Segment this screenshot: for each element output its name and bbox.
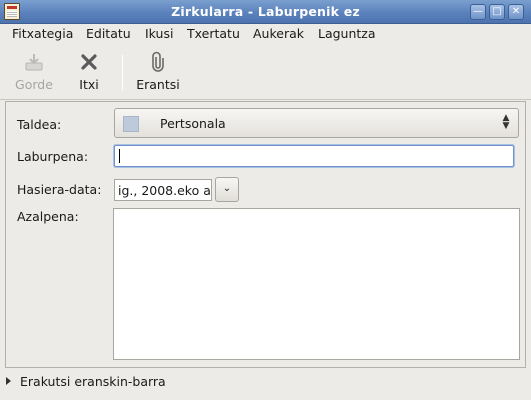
- description-textarea[interactable]: [113, 208, 520, 360]
- menu-help[interactable]: Laguntza: [318, 26, 376, 41]
- attach-label: Erantsi: [136, 77, 180, 92]
- close-button[interactable]: Itxi: [66, 49, 112, 97]
- group-combobox[interactable]: Pertsonala ▲ ▼: [114, 108, 519, 138]
- chevron-down-icon: ⌄: [222, 183, 232, 194]
- group-value: Pertsonala: [160, 116, 226, 131]
- title-bar: Zirkularra - Laburpenik ez — □ ✕: [0, 0, 531, 24]
- expander-arrow-icon: [6, 377, 11, 385]
- summary-label: Laburpena:: [17, 149, 89, 164]
- close-label: Itxi: [79, 77, 99, 92]
- event-form-panel: Taldea: Pertsonala ▲ ▼ Laburpena: Hasiera…: [5, 101, 526, 368]
- paperclip-icon: [152, 51, 164, 72]
- toolbar-separator: [122, 55, 123, 91]
- maximize-button[interactable]: □: [489, 4, 505, 20]
- toolbar: Gorde Itxi Erantsi: [0, 45, 531, 100]
- window-title: Zirkularra - Laburpenik ez: [171, 4, 360, 19]
- start-date-label: Hasiera-data:: [17, 182, 102, 197]
- minimize-button[interactable]: —: [470, 4, 486, 20]
- date-picker-button[interactable]: ⌄: [215, 177, 239, 202]
- attach-button[interactable]: Erantsi: [130, 49, 186, 97]
- start-date-value: ig., 2008.eko a: [118, 183, 211, 198]
- start-date-input[interactable]: ig., 2008.eko a: [114, 179, 212, 201]
- close-icon: [81, 54, 97, 70]
- menu-bar: Fitxategia Editatu Ikusi Txertatu Aukera…: [0, 24, 531, 45]
- summary-input[interactable]: [114, 145, 514, 167]
- menu-insert[interactable]: Txertatu: [187, 26, 240, 41]
- close-window-button[interactable]: ✕: [508, 4, 524, 20]
- description-label: Azalpena:: [17, 209, 79, 224]
- group-color-swatch: [123, 116, 139, 132]
- menu-edit[interactable]: Editatu: [86, 26, 131, 41]
- menu-options[interactable]: Aukerak: [253, 26, 304, 41]
- save-icon: [25, 54, 43, 71]
- attachment-bar-label: Erakutsi eranskin-barra: [20, 374, 166, 389]
- group-label: Taldea:: [17, 117, 62, 132]
- menu-view[interactable]: Ikusi: [145, 26, 173, 41]
- save-button[interactable]: Gorde: [8, 49, 60, 97]
- text-caret: [119, 149, 120, 163]
- up-down-arrows-icon: ▲ ▼: [502, 113, 510, 131]
- save-label: Gorde: [15, 77, 53, 92]
- menu-file[interactable]: Fitxategia: [12, 26, 73, 41]
